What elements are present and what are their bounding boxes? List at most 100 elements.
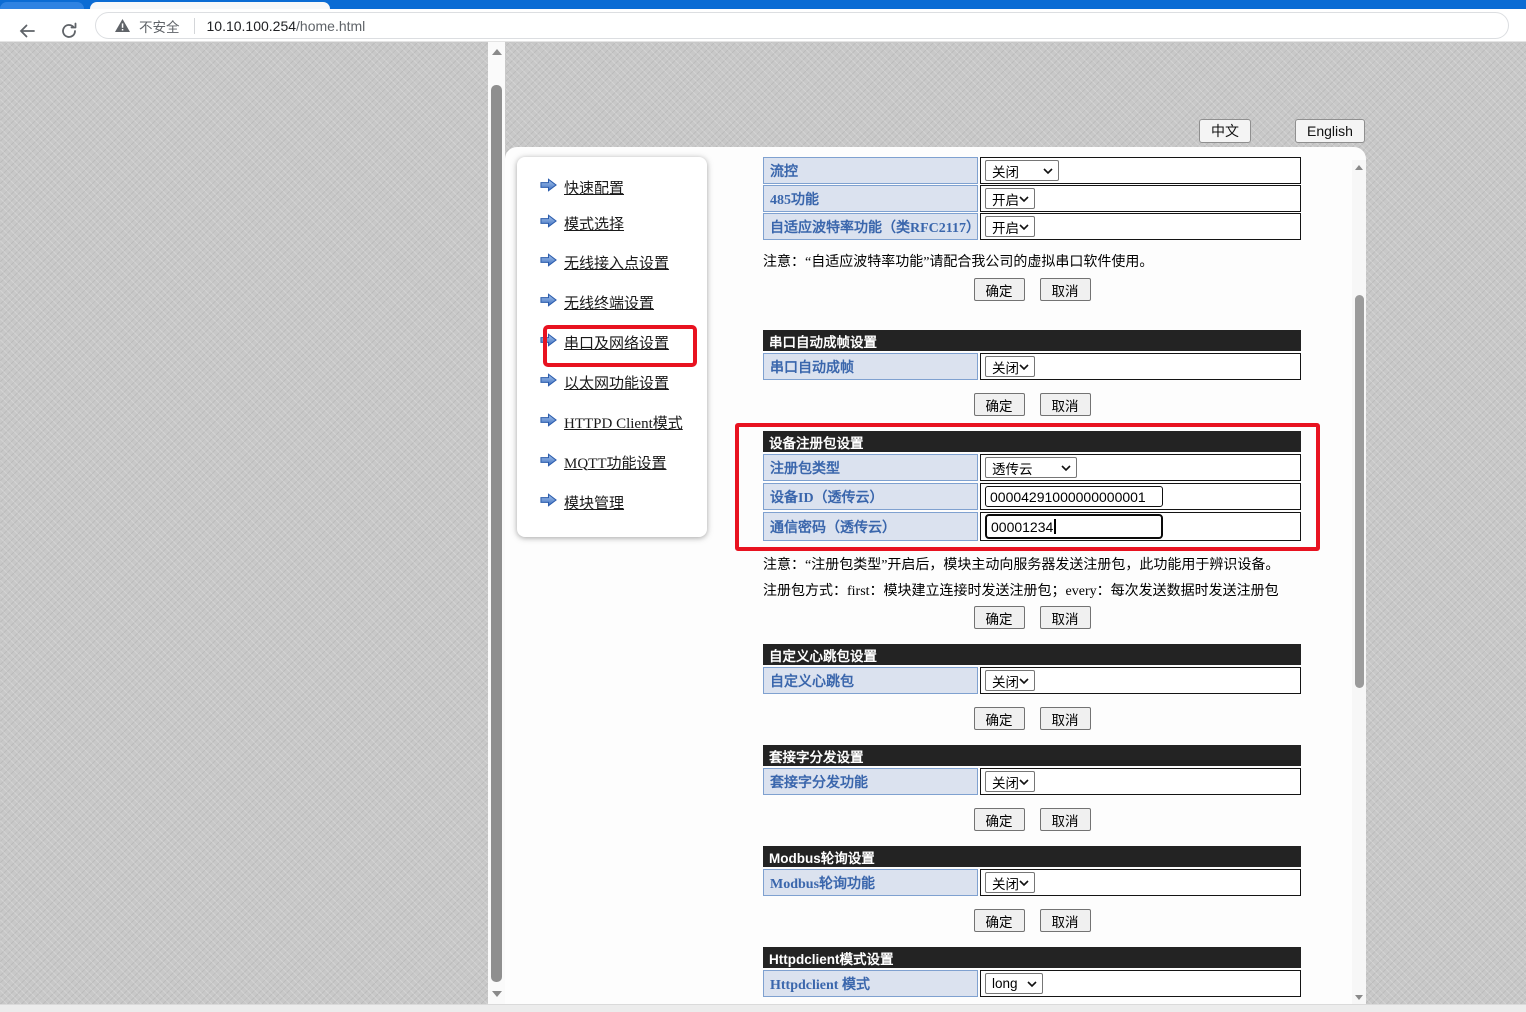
comm-password-input[interactable]: 00001234 <box>985 514 1163 539</box>
sidebar-item-mqtt[interactable]: MQTT功能设置 <box>540 452 667 472</box>
row-label: 485功能 <box>763 185 978 212</box>
chevron-down-icon <box>1019 673 1029 688</box>
page-background: 中文 English 快速配置 模式选择 无线接入点设置 无线终端设置 串口及网… <box>0 42 1526 1012</box>
sidebar-item-quick-config[interactable]: 快速配置 <box>540 177 624 197</box>
arrow-right-icon <box>540 493 557 512</box>
row-label: 注册包类型 <box>763 454 978 481</box>
scroll-up-icon[interactable] <box>488 49 505 55</box>
device-id-input[interactable]: 00004291000000000001 <box>985 486 1163 507</box>
sidebar-item-wireless-sta[interactable]: 无线终端设置 <box>540 292 654 312</box>
chevron-down-icon <box>1019 774 1029 789</box>
settings-content: 流控 关闭 485功能 开启 自适应波特率功能（类RFC2117） 开启 注意：… <box>763 157 1301 1012</box>
cancel-button[interactable]: 取消 <box>1040 707 1091 730</box>
sidebar-item-wireless-ap[interactable]: 无线接入点设置 <box>540 252 669 272</box>
content-scrollbar[interactable] <box>1352 160 1366 1005</box>
row-label: 通信密码（透传云） <box>763 512 978 541</box>
back-button[interactable] <box>14 18 40 44</box>
table-row: 流控 关闭 485功能 开启 自适应波特率功能（类RFC2117） 开启 <box>763 157 1301 240</box>
cancel-button[interactable]: 取消 <box>1040 393 1091 416</box>
ok-button[interactable]: 确定 <box>974 707 1025 730</box>
browser-tabstrip <box>0 0 1526 9</box>
ok-button[interactable]: 确定 <box>974 606 1025 629</box>
arrow-right-icon <box>540 413 557 432</box>
arrow-right-icon <box>540 214 557 233</box>
chevron-down-icon <box>1019 191 1029 206</box>
arrow-right-icon <box>540 373 557 392</box>
rs485-select[interactable]: 开启 <box>985 188 1035 209</box>
sidebar-item-module-mgmt[interactable]: 模块管理 <box>540 492 624 512</box>
heartbeat-select[interactable]: 关闭 <box>985 670 1035 691</box>
button-row: 确定 取消 <box>763 909 1301 932</box>
inactive-tab[interactable] <box>0 2 84 9</box>
ok-button[interactable]: 确定 <box>974 278 1025 301</box>
arrow-right-icon <box>540 333 557 352</box>
bottom-edge-strip <box>0 1004 1526 1012</box>
chevron-down-icon <box>1019 359 1029 374</box>
lang-english-button[interactable]: English <box>1295 119 1365 143</box>
active-tab[interactable] <box>90 2 330 9</box>
socket-dist-select[interactable]: 关闭 <box>985 771 1035 792</box>
sidebar-item-mode-select[interactable]: 模式选择 <box>540 213 624 233</box>
arrow-right-icon <box>540 453 557 472</box>
cancel-button[interactable]: 取消 <box>1040 808 1091 831</box>
button-row: 确定 取消 <box>763 606 1301 629</box>
row-label: 流控 <box>763 157 978 184</box>
button-row: 确定 取消 <box>763 707 1301 730</box>
scroll-up-icon[interactable] <box>1352 165 1366 170</box>
row-label: Modbus轮询功能 <box>763 869 978 896</box>
ok-button[interactable]: 确定 <box>974 909 1025 932</box>
browser-window: 不安全 10.10.100.254/home.html 中文 English 快… <box>0 0 1526 1012</box>
row-label: Httpdclient 模式 <box>763 970 978 997</box>
address-bar[interactable]: 不安全 10.10.100.254/home.html <box>95 12 1509 39</box>
section-header: 自定义心跳包设置 <box>763 644 1301 665</box>
chevron-down-icon <box>1043 163 1053 178</box>
browser-toolbar: 不安全 10.10.100.254/home.html <box>0 9 1526 42</box>
back-arrow-icon <box>18 22 36 40</box>
cancel-button[interactable]: 取消 <box>1040 278 1091 301</box>
ok-button[interactable]: 确定 <box>974 393 1025 416</box>
chevron-down-icon <box>1061 460 1071 475</box>
not-secure-warning-icon[interactable] <box>114 18 131 33</box>
left-frame-scrollbar[interactable] <box>488 42 505 1004</box>
security-label[interactable]: 不安全 <box>139 16 180 36</box>
row-label: 串口自动成帧 <box>763 353 978 380</box>
arrow-right-icon <box>540 178 557 197</box>
text-cursor <box>1054 519 1056 534</box>
cancel-button[interactable]: 取消 <box>1040 909 1091 932</box>
section-header: Httpdclient模式设置 <box>763 947 1301 968</box>
note-text: 注意：“自适应波特率功能”请配合我公司的虚拟串口软件使用。 <box>763 251 1301 271</box>
scrollbar-thumb[interactable] <box>491 85 502 982</box>
scrollbar-thumb[interactable] <box>1355 295 1364 688</box>
sidebar-item-httpd-client[interactable]: HTTPD Client模式 <box>540 412 683 432</box>
section-header: Modbus轮询设置 <box>763 846 1301 867</box>
adaptive-baud-select[interactable]: 开启 <box>985 216 1035 237</box>
flow-control-select[interactable]: 关闭 <box>985 160 1059 181</box>
modbus-select[interactable]: 关闭 <box>985 872 1035 893</box>
auto-frame-select[interactable]: 关闭 <box>985 356 1035 377</box>
cancel-button[interactable]: 取消 <box>1040 606 1091 629</box>
row-label: 自定义心跳包 <box>763 667 978 694</box>
button-row: 确定 取消 <box>763 278 1301 301</box>
url-text[interactable]: 10.10.100.254/home.html <box>207 18 366 34</box>
scroll-down-icon[interactable] <box>488 991 505 997</box>
address-divider <box>194 18 195 34</box>
arrow-right-icon <box>540 253 557 272</box>
button-row: 确定 取消 <box>763 393 1301 416</box>
sidebar-item-ethernet[interactable]: 以太网功能设置 <box>540 372 669 392</box>
chevron-down-icon <box>1019 875 1029 890</box>
note-text: 注意：“注册包类型”开启后，模块主动向服务器发送注册包，此功能用于辨识设备。 <box>763 554 1301 574</box>
httpdclient-mode-select[interactable]: long <box>985 973 1043 994</box>
note-text: 注册包方式：first：模块建立连接时发送注册包；every：每次发送数据时发送… <box>763 580 1301 600</box>
scroll-down-icon[interactable] <box>1352 995 1366 1000</box>
sidebar-item-serial-network[interactable]: 串口及网络设置 <box>540 332 669 352</box>
chevron-down-icon <box>1019 219 1029 234</box>
arrow-right-icon <box>540 293 557 312</box>
ok-button[interactable]: 确定 <box>974 808 1025 831</box>
lang-chinese-button[interactable]: 中文 <box>1199 119 1251 143</box>
reload-button[interactable] <box>56 18 82 44</box>
section-header: 串口自动成帧设置 <box>763 330 1301 351</box>
reload-icon <box>60 22 78 40</box>
row-label: 设备ID（透传云） <box>763 483 978 510</box>
section-header: 设备注册包设置 <box>763 431 1301 452</box>
register-type-select[interactable]: 透传云 <box>985 457 1077 478</box>
